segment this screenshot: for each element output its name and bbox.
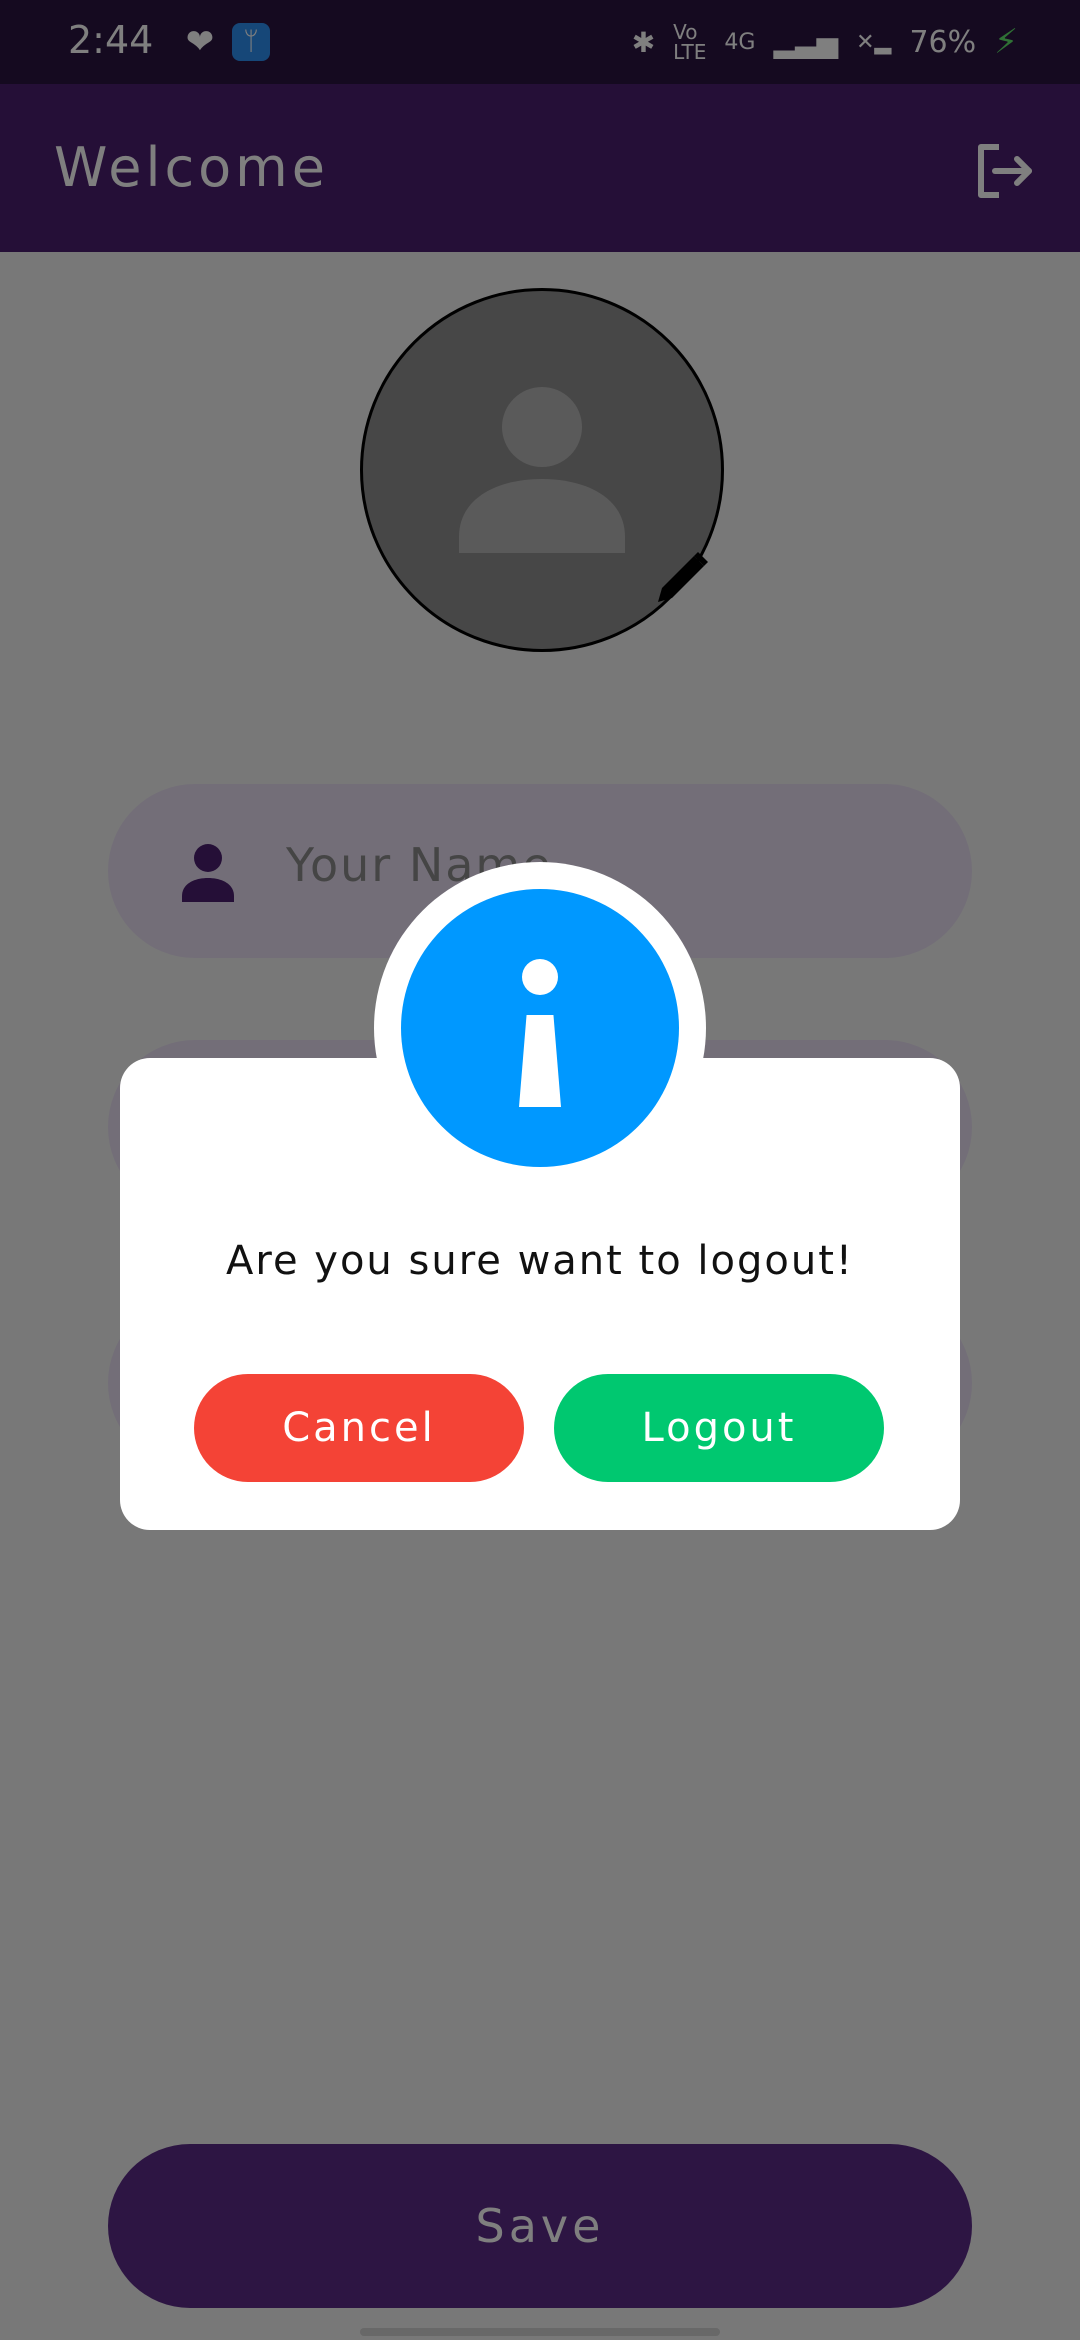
logout-button[interactable]: Logout — [554, 1374, 884, 1482]
info-dot — [522, 959, 558, 995]
dialog-badge — [374, 862, 706, 1194]
cancel-button[interactable]: Cancel — [194, 1374, 524, 1482]
info-stem — [519, 1015, 561, 1107]
dialog-message: Are you sure want to logout! — [226, 1238, 854, 1284]
info-icon — [401, 889, 679, 1167]
